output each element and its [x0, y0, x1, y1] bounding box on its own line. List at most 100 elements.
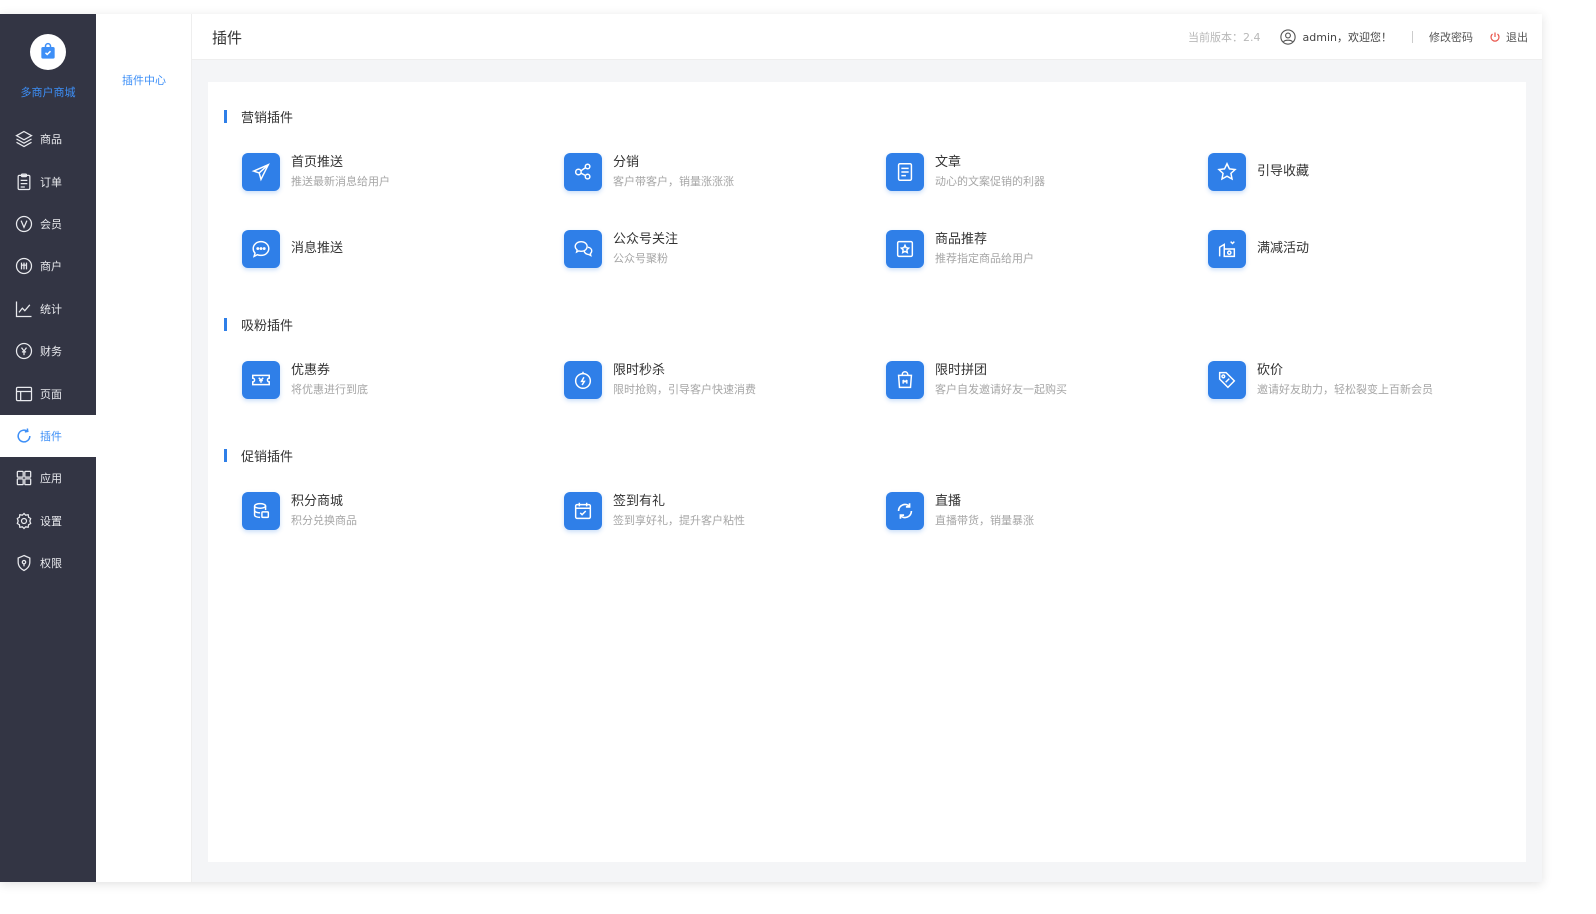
plugin-desc: 推送最新消息给用户 [291, 175, 390, 188]
section-marker [224, 110, 227, 123]
points-icon [242, 492, 280, 530]
sub-sidebar: 插件中心 [96, 14, 192, 882]
sidebar-item-label: 财务 [40, 345, 62, 359]
plugin-desc: 限时抢购，引导客户快速消费 [613, 383, 756, 396]
user-greeting: admin，欢迎您！ [1302, 31, 1392, 44]
article-icon [886, 153, 924, 191]
page-icon [15, 386, 33, 401]
power-icon [1490, 32, 1500, 42]
plugin-desc: 动心的文案促销的利器 [935, 175, 1045, 188]
plugin-name: 砍价 [1257, 363, 1284, 378]
sidebar-item-finance[interactable]: 财务 [0, 330, 96, 372]
plugin-name: 文章 [935, 155, 962, 170]
plugin-name: 消息推送 [291, 241, 344, 256]
plugin-guide-favorite[interactable]: 引导收藏 [1208, 153, 1309, 191]
sidebar-item-label: 权限 [40, 557, 62, 571]
sidebar-item-label: 插件 [40, 429, 62, 443]
plugin-message-push[interactable]: 消息推送 [242, 230, 343, 268]
plugin-points-mall[interactable]: 积分商城 积分兑换商品 [242, 492, 357, 530]
plugin-group-buy[interactable]: 限时拼团 客户自发邀请好友一起购买 [886, 361, 1067, 399]
plugin-desc: 邀请好友助力，轻松裂变上百新会员 [1257, 383, 1433, 396]
plugin-name: 商品推荐 [935, 232, 988, 247]
sidebar-item-label: 统计 [40, 302, 62, 316]
plugin-flash-sale[interactable]: 限时秒杀 限时抢购，引导客户快速消费 [564, 361, 756, 399]
plugin-name: 限时秒杀 [613, 363, 666, 378]
plugin-desc: 将优惠进行到底 [291, 383, 368, 396]
plugin-distribution[interactable]: 分销 客户带客户，销量涨涨涨 [564, 153, 734, 191]
sidebar-item-settings[interactable]: 设置 [0, 500, 96, 542]
plugin-icon [17, 428, 31, 443]
plugin-desc: 公众号聚粉 [613, 252, 668, 265]
section-title-marketing: 营销插件 [224, 107, 293, 126]
plugin-check-in[interactable]: 签到有礼 签到享好礼，提升客户粘性 [564, 492, 745, 530]
plugin-name: 公众号关注 [613, 232, 679, 247]
live-icon [886, 492, 924, 530]
plugin-desc: 直播带货，销量暴涨 [935, 514, 1034, 527]
group-buy-icon [886, 361, 924, 399]
plugin-desc: 积分兑换商品 [291, 514, 357, 527]
header-actions: 当前版本：2.4 admin，欢迎您！ 修改密码 退出 [1188, 14, 1528, 60]
user-icon [1279, 29, 1296, 45]
merchant-icon [15, 258, 33, 275]
discount-icon [1208, 230, 1246, 268]
vip-icon [15, 215, 33, 233]
sidebar-item-label: 会员 [40, 217, 62, 231]
sidebar-item-stats[interactable]: 统计 [0, 288, 96, 330]
section-title-promotion: 促销插件 [224, 446, 293, 465]
plugin-coupon[interactable]: 优惠券 将优惠进行到底 [242, 361, 368, 399]
sidebar-item-label: 商品 [40, 133, 62, 147]
finance-icon [15, 343, 33, 360]
plugin-desc: 客户带客户，销量涨涨涨 [613, 175, 734, 188]
page-title: 插件 [212, 29, 243, 47]
sidebar-item-goods[interactable]: 商品 [0, 118, 96, 160]
star-icon [1208, 153, 1246, 191]
brand-logo[interactable]: 多商户商城 [0, 14, 96, 114]
sidebar-item-label: 订单 [40, 175, 62, 189]
header-divider [1412, 31, 1413, 43]
sidebar-item-merchants[interactable]: 商户 [0, 245, 96, 287]
send-icon [242, 153, 280, 191]
share-icon [564, 153, 602, 191]
section-marker [224, 449, 227, 462]
sidebar-item-apps[interactable]: 应用 [0, 457, 96, 499]
plugin-name: 直播 [935, 494, 962, 509]
sidebar-item-plugins[interactable]: 插件 [0, 414, 96, 458]
gear-icon [16, 512, 32, 530]
plugin-bargain[interactable]: 砍价 邀请好友助力，轻松裂变上百新会员 [1208, 361, 1433, 399]
plugin-panel: 营销插件 首页推送 推送最新消息给用户 分销 客户带客户，销量涨涨涨 文章 动心… [208, 82, 1526, 862]
checkin-icon [564, 492, 602, 530]
section-title-text: 促销插件 [241, 450, 294, 465]
user-info[interactable]: admin，欢迎您！ [1279, 28, 1392, 46]
timer-icon [564, 361, 602, 399]
plugin-name: 签到有礼 [613, 494, 666, 509]
section-title-fans: 吸粉插件 [224, 315, 293, 334]
chart-icon [15, 301, 32, 317]
wechat-icon [564, 230, 602, 268]
sidebar-item-orders[interactable]: 订单 [0, 160, 96, 202]
logout-button[interactable]: 退出 [1489, 29, 1528, 45]
plugin-name: 优惠券 [291, 363, 331, 378]
sidebar-nav: 商品 订单 会员 商户 统计 财务 页面 插件 应用 设置 权限 [0, 118, 96, 584]
plugin-name: 引导收藏 [1257, 164, 1310, 179]
plugin-name: 限时拼团 [935, 363, 988, 378]
layers-icon [15, 130, 33, 148]
price-tag-icon [1208, 361, 1246, 399]
plugin-live[interactable]: 直播 直播带货，销量暴涨 [886, 492, 1034, 530]
plugin-official-account[interactable]: 公众号关注 公众号聚粉 [564, 230, 678, 268]
plugin-desc: 签到享好礼，提升客户粘性 [613, 514, 745, 527]
sidebar-item-label: 商户 [40, 260, 62, 274]
section-title-text: 吸粉插件 [241, 319, 294, 334]
plugin-homepage-push[interactable]: 首页推送 推送最新消息给用户 [242, 153, 390, 191]
section-marker [224, 318, 227, 331]
sidebar-item-members[interactable]: 会员 [0, 203, 96, 245]
subnav-item-plugin-center[interactable]: 插件中心 [96, 72, 192, 88]
plugin-name: 满减活动 [1257, 241, 1310, 256]
change-password-link[interactable]: 修改密码 [1429, 29, 1473, 45]
plugin-name: 积分商城 [291, 494, 344, 509]
sidebar-item-permissions[interactable]: 权限 [0, 542, 96, 584]
sidebar-item-pages[interactable]: 页面 [0, 372, 96, 414]
coupon-icon [242, 361, 280, 399]
plugin-product-recommend[interactable]: 商品推荐 推荐指定商品给用户 [886, 230, 1034, 268]
plugin-full-reduction[interactable]: 满减活动 [1208, 230, 1309, 268]
plugin-article[interactable]: 文章 动心的文案促销的利器 [886, 153, 1045, 191]
